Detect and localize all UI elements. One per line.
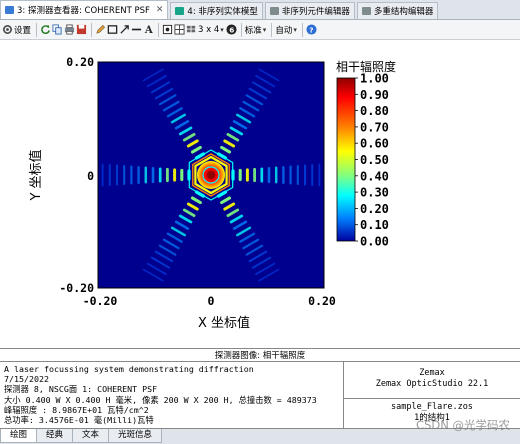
auto-dropdown[interactable]: 自动 ▾ <box>275 22 297 38</box>
arrow-icon[interactable] <box>119 24 130 35</box>
standard-value: 标准 <box>244 25 262 36</box>
y-axis-label: Y 坐标值 <box>28 149 44 201</box>
layout-dropdown[interactable]: 3 x 4 ▾ <box>198 22 224 38</box>
detector-viewer-tab-icon <box>5 6 14 14</box>
svg-text:6: 6 <box>229 26 234 35</box>
settings-label: 设置 <box>14 25 32 36</box>
settings-button[interactable]: 设置 <box>2 22 31 38</box>
toolbar-separator <box>271 22 273 37</box>
tab-label: 多重结构编辑器 <box>373 7 434 17</box>
tab-solid-model[interactable]: 4: 非序列实体模型 <box>170 2 263 19</box>
colorbar-ticks: 1.00 0.90 0.80 0.70 0.60 0.50 0.40 0.30 0.20 0.10… <box>355 72 389 249</box>
product-name: Zemax OpticStudio 22.1 <box>375 379 489 389</box>
toolbar-separator <box>240 22 242 37</box>
chevron-down-icon: ▾ <box>262 25 267 34</box>
info-line: 总功率: 3.4576E-01 毫(Milli)瓦特 <box>4 415 154 426</box>
help-icon[interactable]: ? <box>306 24 317 35</box>
info-line: 7/15/2022 <box>4 374 49 385</box>
file-name: sample_Flare.zos <box>391 402 473 412</box>
watermark: CSDN @光学码农 <box>416 418 510 432</box>
panel-title: 探测器图像: 相干辐照度 <box>0 348 520 362</box>
tab-plot[interactable]: 绘图 <box>0 429 38 443</box>
tab-multi-config-editor[interactable]: 多重结构编辑器 <box>356 2 439 19</box>
tab-component-editor[interactable]: 非序列元件编辑器 <box>264 2 355 19</box>
tab-detector-viewer[interactable]: 3: 探测器查看器: COHERENT PSF ✕ <box>0 0 169 19</box>
colorbar-tick-label: 0.80 <box>360 104 389 118</box>
text-icon[interactable]: A <box>143 24 154 35</box>
y-tick-label: -0.20 <box>59 281 94 295</box>
x-tick-label: 0 <box>208 294 215 308</box>
y-tick-label: 0 <box>87 169 94 183</box>
refresh-icon[interactable] <box>40 24 51 35</box>
tab-label: 4: 非序列实体模型 <box>187 7 258 17</box>
chevron-down-icon: ▾ <box>293 25 297 34</box>
colorbar-tick-label: 0.10 <box>360 218 389 232</box>
editor-tab-icon <box>269 7 279 15</box>
x-tick-label: 0.20 <box>308 294 336 308</box>
colorbar-tick-label: 0.00 <box>360 235 389 249</box>
colorbar-tick-label: 0.50 <box>360 153 389 167</box>
info-icon[interactable]: 6 <box>226 24 237 35</box>
colorbar-tick-label: 1.00 <box>360 72 389 86</box>
tab-classic[interactable]: 经典 <box>36 429 74 443</box>
colorbar-tick-label: 0.70 <box>360 120 389 134</box>
colorbar-tick-label: 0.40 <box>360 169 389 183</box>
toolbar-separator <box>158 22 160 37</box>
save-icon[interactable] <box>76 24 87 35</box>
tab-text[interactable]: 文本 <box>72 429 110 443</box>
rectangle-icon[interactable] <box>107 24 118 35</box>
psf-core-center <box>207 171 215 179</box>
toolbar-separator <box>91 22 93 37</box>
toolbar-separator <box>301 22 303 37</box>
auto-value: 自动 <box>275 25 293 36</box>
layout-icon[interactable] <box>186 24 197 35</box>
y-tick-label: 0.20 <box>66 55 94 69</box>
colorbar <box>336 77 356 242</box>
tab-label: 非序列元件编辑器 <box>281 7 350 17</box>
settings-icon <box>3 25 12 34</box>
print-icon[interactable] <box>64 24 75 35</box>
info-line: 大小 0.400 W X 0.400 H 毫米, 像素 200 W X 200 … <box>4 394 317 405</box>
info-text: A laser focussing system demonstrating d… <box>4 364 338 426</box>
toolbar-separator <box>36 22 38 37</box>
pencil-icon[interactable] <box>95 24 106 35</box>
company-name: Zemax <box>419 368 445 378</box>
colorbar-tick-label: 0.90 <box>360 88 389 102</box>
copy-icon[interactable] <box>52 24 63 35</box>
svg-text:A: A <box>144 25 153 35</box>
colorbar-tick-label: 0.30 <box>360 186 389 200</box>
editor-tab-icon <box>361 7 371 15</box>
standard-dropdown[interactable]: 标准 ▾ <box>245 22 267 38</box>
info-line: 峰辐照度 : 8.9867E+01 瓦特/cm^2 <box>4 404 149 415</box>
info-line: 探测器 8, NSCG面 1: COHERENT PSF <box>4 384 158 395</box>
chevron-down-icon: ▾ <box>220 25 224 34</box>
x-axis-label: X 坐标值 <box>198 315 250 331</box>
layout-value: 3 x 4 <box>198 24 220 35</box>
software-box: Zemax Zemax OpticStudio 22.1 <box>344 362 520 399</box>
colorbar-tick-label: 0.20 <box>360 202 389 216</box>
line-icon[interactable] <box>131 24 142 35</box>
tab-bar: 3: 探测器查看器: COHERENT PSF ✕ 4: 非序列实体模型 非序列… <box>0 0 520 20</box>
colorbar-tick-label: 0.60 <box>360 137 389 151</box>
tab-spot-info[interactable]: 光斑信息 <box>108 429 163 443</box>
info-line: A laser focussing system demonstrating d… <box>4 364 254 374</box>
x-tick-label: -0.20 <box>83 294 118 308</box>
svg-text:?: ? <box>309 26 313 35</box>
toolbar: 设置 A 3 x 4 ▾ 6 标准 ▾ 自动 ▾ ? <box>0 20 520 40</box>
lock-icon[interactable] <box>162 24 173 35</box>
close-icon[interactable]: ✕ <box>156 5 164 15</box>
psf-plot: 0.20 0 -0.20 -0.20 0 0.20 X 坐标值 Y 坐标值 相干… <box>28 55 396 331</box>
grid-icon[interactable] <box>174 24 185 35</box>
tab-label: 3: 探测器查看器: COHERENT PSF <box>17 6 150 16</box>
solid-model-tab-icon <box>175 7 185 15</box>
